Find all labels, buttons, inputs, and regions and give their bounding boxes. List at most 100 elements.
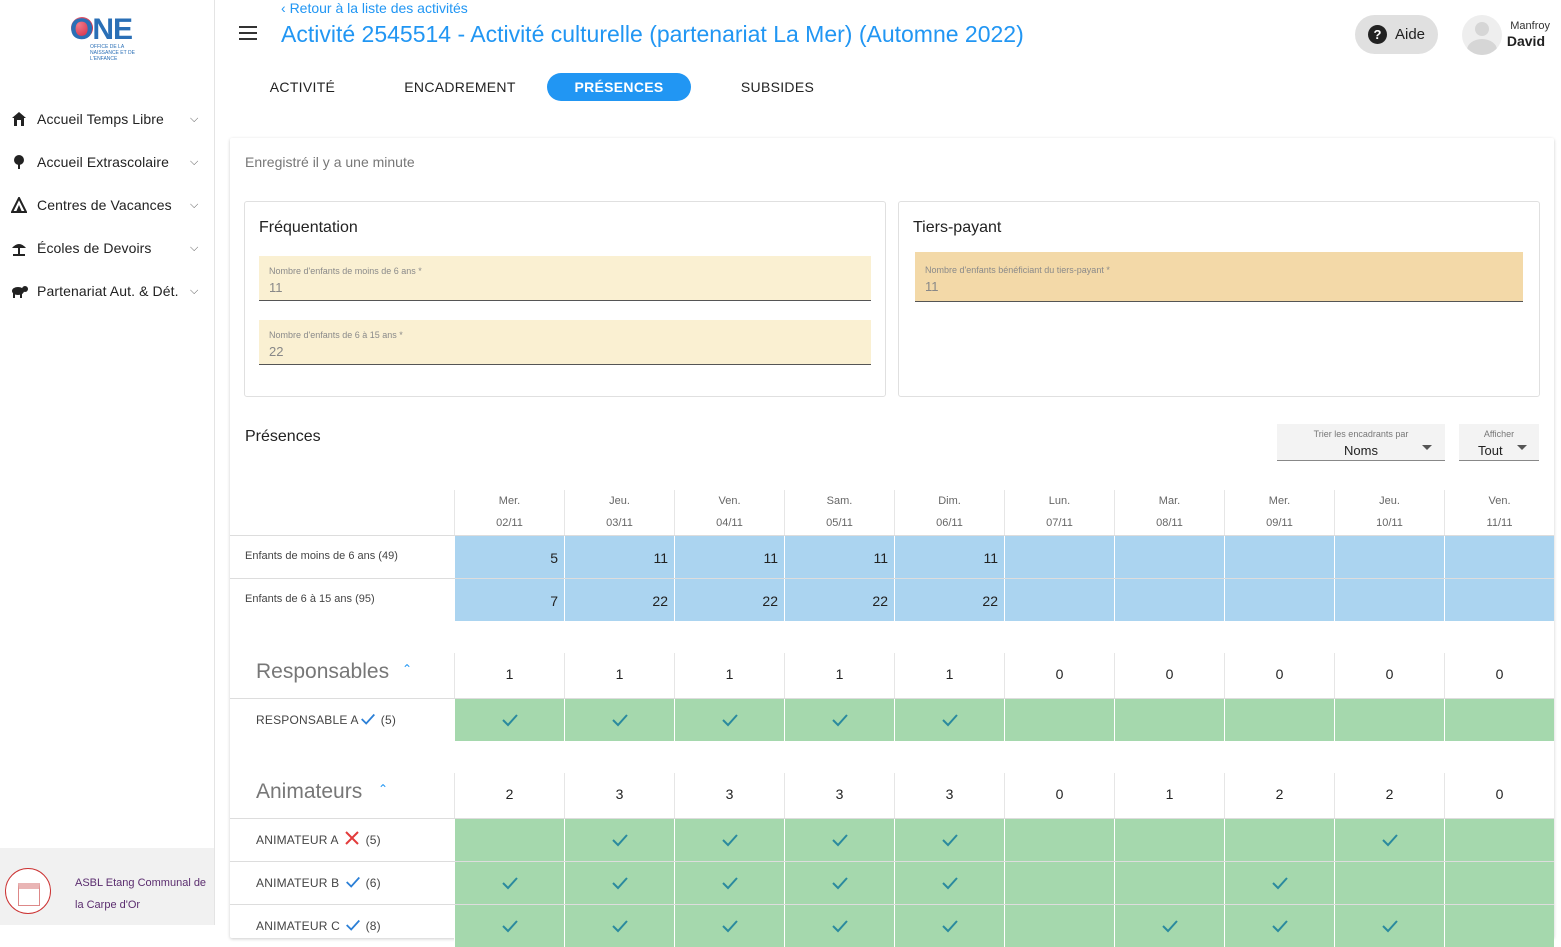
age6to15-field[interactable]: Nombre d'enfants de 6 à 15 ans * 22 bbox=[259, 320, 871, 365]
child-count-cell[interactable] bbox=[1224, 579, 1334, 621]
sidebar-item-accueil-extrascolaire[interactable]: Accueil Extrascolaire ⌵ bbox=[0, 142, 214, 182]
presence-cell[interactable] bbox=[784, 862, 894, 904]
day-date: 07/11 bbox=[1046, 517, 1073, 529]
presence-cell[interactable] bbox=[674, 699, 784, 741]
check-icon bbox=[1270, 873, 1290, 893]
presence-cell[interactable] bbox=[454, 699, 564, 741]
organization-panel[interactable]: ASBL Etang Communal de la Carpe d'Or bbox=[0, 848, 214, 925]
chevron-up-icon[interactable]: ⌃ bbox=[402, 662, 412, 676]
presence-cell[interactable] bbox=[894, 699, 1004, 741]
person-name: ANIMATEUR B bbox=[256, 876, 340, 890]
check-icon bbox=[830, 873, 850, 893]
presence-cell[interactable] bbox=[1114, 699, 1224, 741]
presence-cell[interactable] bbox=[674, 819, 784, 861]
presence-cell[interactable] bbox=[1334, 905, 1444, 947]
child-count-cell[interactable] bbox=[1114, 579, 1224, 621]
presence-cell[interactable] bbox=[1444, 819, 1554, 861]
presence-cell[interactable] bbox=[1114, 905, 1224, 947]
presence-cell[interactable] bbox=[1114, 819, 1224, 861]
presences-title: Présences bbox=[245, 428, 321, 445]
presence-cell[interactable] bbox=[1334, 699, 1444, 741]
child-count-cell[interactable]: 11 bbox=[784, 536, 894, 578]
presence-cell[interactable] bbox=[564, 819, 674, 861]
child-count-cell[interactable]: 22 bbox=[784, 579, 894, 621]
tab-activite[interactable]: ACTIVITÉ bbox=[250, 73, 355, 101]
presence-cell[interactable] bbox=[1334, 862, 1444, 904]
presence-cell[interactable] bbox=[784, 819, 894, 861]
sidebar-item-ecoles-de-devoirs[interactable]: Écoles de Devoirs ⌵ bbox=[0, 228, 214, 268]
child-count-cell[interactable]: 22 bbox=[674, 579, 784, 621]
sidebar: ONE OFFICE DE LA NAISSANCE ET DE L'ENFAN… bbox=[0, 0, 215, 925]
child-count-cell[interactable] bbox=[1444, 579, 1554, 621]
presence-cell[interactable] bbox=[564, 699, 674, 741]
child-count-cell[interactable]: 11 bbox=[894, 536, 1004, 578]
presence-cell[interactable] bbox=[674, 905, 784, 947]
day-name: Sam. bbox=[826, 495, 853, 507]
tab-subsides[interactable]: SUBSIDES bbox=[725, 73, 830, 101]
presence-cell[interactable] bbox=[1224, 699, 1334, 741]
sort-select-label: Trier les encadrants par bbox=[1313, 429, 1409, 439]
presence-cell[interactable] bbox=[894, 905, 1004, 947]
chevron-up-icon[interactable]: ⌃ bbox=[378, 782, 388, 796]
child-count-cell[interactable]: 11 bbox=[564, 536, 674, 578]
presence-cell[interactable] bbox=[454, 819, 564, 861]
presence-cell[interactable] bbox=[1444, 905, 1554, 947]
day-name: Mar. bbox=[1158, 495, 1181, 507]
child-count-cell[interactable]: 5 bbox=[454, 536, 564, 578]
presence-cell[interactable] bbox=[1444, 862, 1554, 904]
presence-cell[interactable] bbox=[1334, 819, 1444, 861]
child-count-cell[interactable] bbox=[1004, 536, 1114, 578]
help-button[interactable]: ? Aide bbox=[1355, 15, 1438, 54]
presence-cell[interactable] bbox=[1004, 699, 1114, 741]
presence-cell[interactable] bbox=[1004, 905, 1114, 947]
child-count-cell[interactable] bbox=[1444, 536, 1554, 578]
presence-cell[interactable] bbox=[454, 862, 564, 904]
presence-cell[interactable] bbox=[564, 905, 674, 947]
sort-select[interactable]: Trier les encadrants par Noms bbox=[1277, 424, 1445, 461]
presence-cell[interactable] bbox=[894, 862, 1004, 904]
tree-icon bbox=[10, 153, 28, 171]
show-select[interactable]: Afficher Tout bbox=[1459, 424, 1539, 461]
child-count-cell[interactable] bbox=[1224, 536, 1334, 578]
child-count-cell[interactable] bbox=[1334, 536, 1444, 578]
tiers-payant-field[interactable]: Nombre d'enfants bénéficiant du tiers-pa… bbox=[915, 252, 1523, 302]
group-count: 0 bbox=[1224, 653, 1334, 698]
check-icon bbox=[1380, 830, 1400, 850]
presence-cell[interactable] bbox=[674, 862, 784, 904]
day-name: Ven. bbox=[1488, 495, 1511, 507]
back-link[interactable]: ‹ Retour à la liste des activités bbox=[281, 0, 468, 16]
tab-presences[interactable]: PRÉSENCES bbox=[547, 73, 691, 101]
presence-cell[interactable] bbox=[1224, 862, 1334, 904]
presence-cell[interactable] bbox=[1224, 905, 1334, 947]
check-icon bbox=[344, 873, 362, 896]
sidebar-item-accueil-temps-libre[interactable]: Accueil Temps Libre ⌵ bbox=[0, 99, 214, 139]
presence-cell[interactable] bbox=[1114, 862, 1224, 904]
child-count-value: 22 bbox=[762, 593, 778, 609]
child-count-cell[interactable]: 22 bbox=[894, 579, 1004, 621]
under6-field[interactable]: Nombre d'enfants de moins de 6 ans * 11 bbox=[259, 256, 871, 301]
child-count-cell[interactable]: 11 bbox=[674, 536, 784, 578]
child-count-cell[interactable]: 7 bbox=[454, 579, 564, 621]
child-count-cell[interactable] bbox=[1334, 579, 1444, 621]
chevron-down-icon: ⌵ bbox=[190, 155, 199, 168]
presence-cell[interactable] bbox=[1444, 699, 1554, 741]
presence-cell[interactable] bbox=[564, 862, 674, 904]
child-count-cell[interactable] bbox=[1114, 536, 1224, 578]
presence-cell[interactable] bbox=[784, 699, 894, 741]
presence-cell[interactable] bbox=[894, 819, 1004, 861]
sidebar-item-partenariat[interactable]: Partenariat Aut. & Dét. ⌵ bbox=[0, 271, 214, 311]
presence-cell[interactable] bbox=[1004, 819, 1114, 861]
presence-cell[interactable] bbox=[784, 905, 894, 947]
check-icon bbox=[610, 873, 630, 893]
tiers-payant-field-value: 11 bbox=[925, 279, 939, 294]
presence-cell[interactable] bbox=[1224, 819, 1334, 861]
hamburger-menu-icon[interactable] bbox=[239, 26, 257, 40]
child-count-cell[interactable]: 22 bbox=[564, 579, 674, 621]
sidebar-item-centres-de-vacances[interactable]: Centres de Vacances ⌵ bbox=[0, 185, 214, 225]
one-logo[interactable]: ONE OFFICE DE LA NAISSANCE ET DE L'ENFAN… bbox=[70, 14, 142, 63]
presence-cell[interactable] bbox=[454, 905, 564, 947]
tab-encadrement[interactable]: ENCADREMENT bbox=[395, 73, 525, 101]
presence-cell[interactable] bbox=[1004, 862, 1114, 904]
child-count-cell[interactable] bbox=[1004, 579, 1114, 621]
avatar[interactable] bbox=[1462, 15, 1502, 55]
